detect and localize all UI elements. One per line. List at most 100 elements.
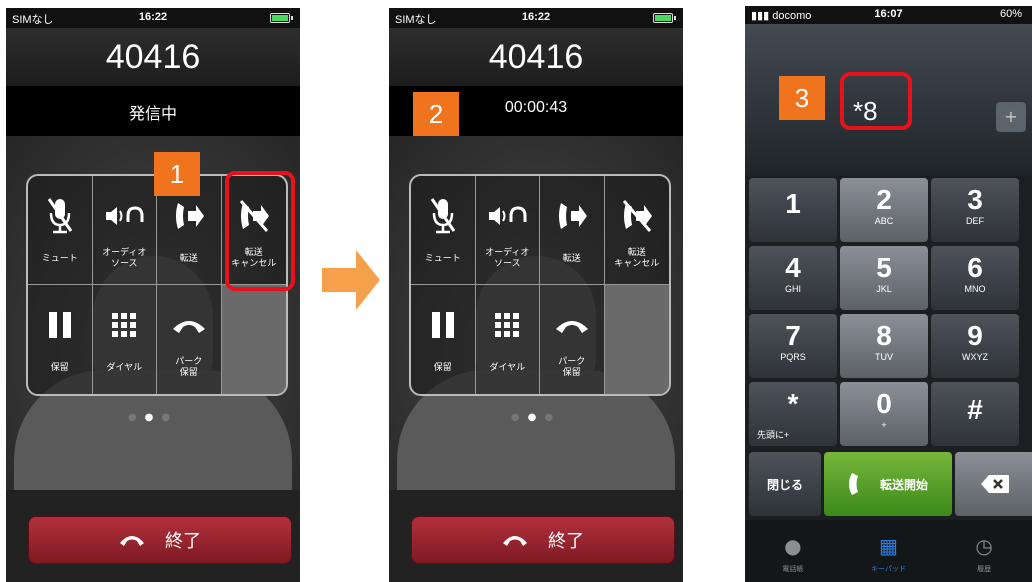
key-hash[interactable]: # <box>931 382 1019 446</box>
transfer-cancel-highlight <box>225 171 295 291</box>
dialed-value-highlight <box>840 72 912 130</box>
hold-button[interactable]: 保留 <box>411 285 476 394</box>
audio-source-icon <box>106 206 144 225</box>
called-number: 40416 <box>389 28 683 86</box>
mute-label: ミュート <box>41 254 78 264</box>
tab-history[interactable]: ◷ 履歴 <box>936 520 1032 582</box>
dial-button[interactable]: ダイヤル <box>93 285 157 394</box>
close-button[interactable]: 閉じる <box>749 452 821 516</box>
park-hold-button[interactable]: パーク 保留 <box>540 285 605 394</box>
audio-source-label: オーディオ ソース <box>102 248 147 269</box>
transfer-icon <box>175 203 204 229</box>
hold-label: 保留 <box>433 363 452 373</box>
start-transfer-button[interactable]: 転送開始 <box>824 452 952 516</box>
key-4[interactable]: 4 GHI <box>749 246 837 310</box>
transfer-cancel-button[interactable]: 転送 キャンセル <box>604 176 669 285</box>
pause-icon <box>431 312 454 338</box>
key-0[interactable]: 0 + <box>840 382 928 446</box>
battery-icon <box>653 13 676 23</box>
keypad-icon: ▦ <box>879 534 898 558</box>
status-bar: ▮▮▮ docomo 16:07 60% <box>745 6 1032 24</box>
battery-icon <box>270 13 293 23</box>
park-hold-label: パーク 保留 <box>558 357 586 378</box>
key-1[interactable]: 1 <box>749 178 837 242</box>
backspace-icon <box>981 475 1009 493</box>
mute-button[interactable]: ミュート <box>411 176 476 285</box>
audio-source-icon <box>489 206 527 225</box>
dialpad-icon <box>112 313 137 337</box>
key-7[interactable]: 7 PQRS <box>749 314 837 378</box>
audio-source-button[interactable]: オーディオ ソース <box>92 176 157 285</box>
transfer-label: 転送 <box>179 254 198 264</box>
call-button-grid: ミュート オーディオ ソース 転送 転送 キャンセル 保留 ダイヤル パーク 保… <box>409 174 671 396</box>
mute-button[interactable]: ミュート <box>28 176 93 285</box>
keypad-actions: 閉じる 転送開始 <box>749 452 1032 516</box>
tab-contacts-label: 電話帳 <box>782 565 804 573</box>
start-transfer-label: 転送開始 <box>879 477 928 492</box>
tab-history-label: 履歴 <box>977 565 992 573</box>
call-controls-area: ミュート オーディオ ソース 転送 転送 キャンセル 保留 ダイヤル パーク 保… <box>389 136 683 490</box>
end-call-area: 終了 <box>6 490 300 582</box>
arrow-right-icon <box>322 250 380 310</box>
key-2[interactable]: 2 ABC <box>840 178 928 242</box>
transfer-cancel-icon <box>622 200 652 232</box>
end-call-button[interactable]: 終了 <box>411 516 675 564</box>
mic-off-icon <box>430 198 455 234</box>
status-bar: SIMなし 16:22 <box>389 8 683 28</box>
step-badge-2: 2 <box>413 92 459 136</box>
status-time: 16:22 <box>138 11 168 23</box>
end-call-label: 終了 <box>548 531 584 551</box>
call-screen-dialing: SIMなし 16:22 40416 発信中 ミュート オーディオ ソース 転送 … <box>6 8 300 582</box>
key-9[interactable]: 9 WXYZ <box>931 314 1019 378</box>
tab-bar: ● 電話帳 ▦ キーパッド ◷ 履歴 <box>745 520 1032 582</box>
add-contact-icon[interactable]: + <box>996 102 1026 132</box>
dial-button[interactable]: ダイヤル <box>476 285 540 394</box>
call-status: 発信中 <box>6 86 300 136</box>
status-bar: SIMなし 16:22 <box>6 8 300 28</box>
park-hold-button[interactable]: パーク 保留 <box>157 285 222 394</box>
key-5[interactable]: 5 JKL <box>840 246 928 310</box>
tab-contacts[interactable]: ● 電話帳 <box>745 520 841 582</box>
key-3[interactable]: 3 DEF <box>931 178 1019 242</box>
hangup-icon <box>120 536 144 546</box>
end-call-area: 終了 <box>389 490 683 582</box>
audio-source-label: オーディオ ソース <box>485 248 530 269</box>
hold-button[interactable]: 保留 <box>28 285 93 394</box>
hangup-icon <box>503 536 527 546</box>
step-badge-3: 3 <box>779 76 825 120</box>
transfer-button[interactable]: 転送 <box>540 176 605 285</box>
end-call-label: 終了 <box>165 531 201 551</box>
empty-slot <box>604 285 669 394</box>
park-hold-icon <box>172 321 205 333</box>
pause-icon <box>48 312 71 338</box>
contacts-icon: ● <box>784 534 802 558</box>
end-call-button[interactable]: 終了 <box>28 516 292 564</box>
audio-source-button[interactable]: オーディオ ソース <box>475 176 540 285</box>
page-indicator: ●●● <box>127 412 179 423</box>
transfer-cancel-label: 転送 キャンセル <box>614 248 660 269</box>
called-number: 40416 <box>6 28 300 86</box>
mic-off-icon <box>47 198 72 234</box>
battery-percent: 60% <box>999 8 1022 20</box>
transfer-label: 転送 <box>562 254 581 264</box>
key-6[interactable]: 6 MNO <box>931 246 1019 310</box>
phone-icon <box>848 473 858 495</box>
hold-label: 保留 <box>50 363 69 373</box>
dial-label: ダイヤル <box>106 363 143 373</box>
mute-label: ミュート <box>424 254 461 264</box>
status-time: 16:07 <box>874 8 903 20</box>
transfer-icon <box>558 203 587 229</box>
park-hold-icon <box>555 321 588 333</box>
tab-keypad[interactable]: ▦ キーパッド <box>841 520 937 582</box>
backspace-button[interactable] <box>955 452 1032 516</box>
dialpad-icon <box>495 313 520 337</box>
key-8[interactable]: 8 TUV <box>840 314 928 378</box>
status-time: 16:22 <box>521 11 551 23</box>
page-indicator: ●●● <box>510 412 562 423</box>
park-hold-label: パーク 保留 <box>175 357 203 378</box>
tab-keypad-label: キーパッド <box>871 565 906 573</box>
history-icon: ◷ <box>975 534 993 558</box>
keypad-grid: 1 2 ABC 3 DEF 4 GHI 5 JKL 6 MNO 7 PQRS 8 TUV 9W… <box>749 178 1032 446</box>
step-badge-1: 1 <box>154 152 200 196</box>
key-star[interactable]: * 先頭に+ <box>749 382 837 446</box>
